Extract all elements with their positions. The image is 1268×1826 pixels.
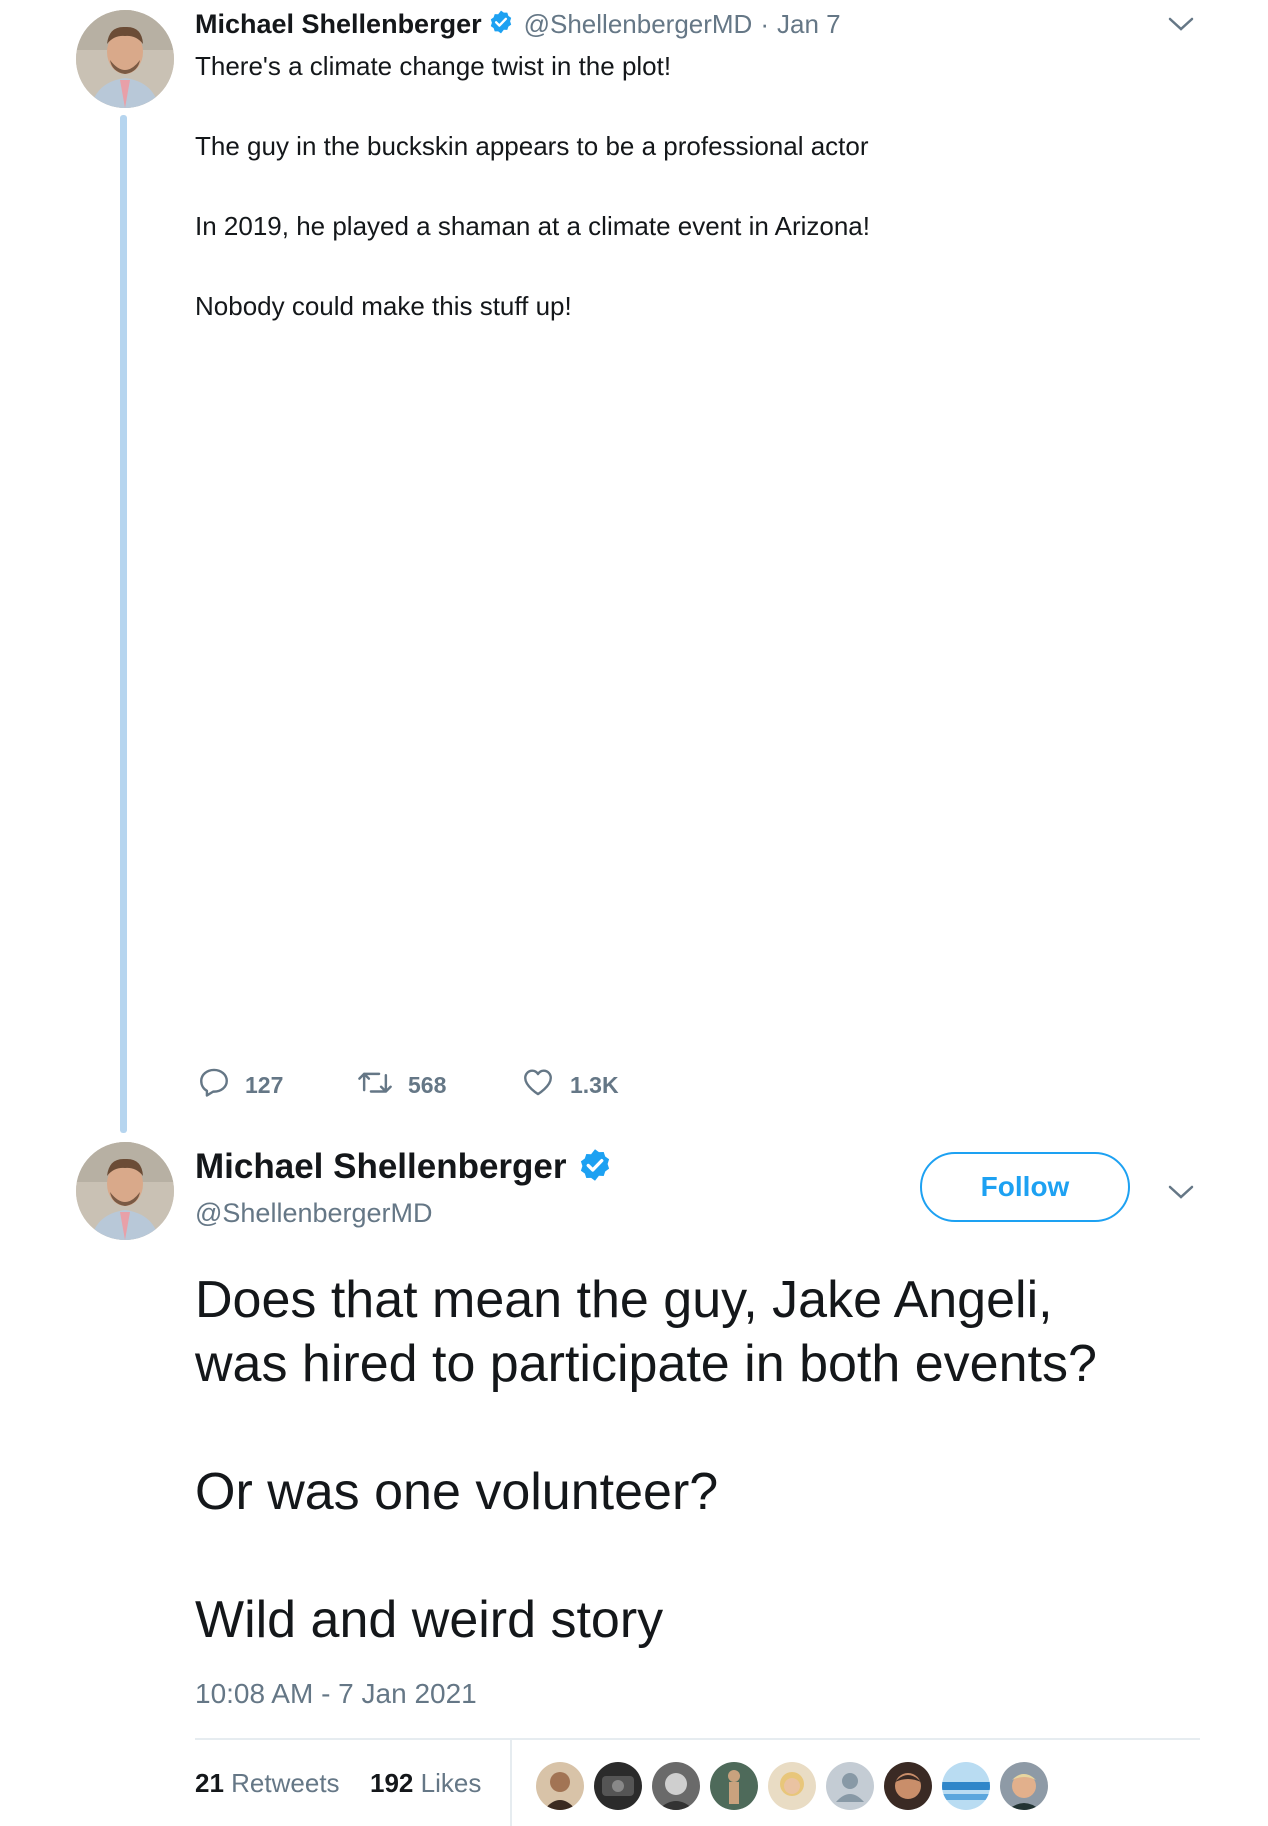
author-name[interactable]: Michael Shellenberger	[195, 1147, 567, 1187]
tweet2-paragraph-3: Wild and weird story	[195, 1591, 664, 1649]
liker-avatar-6[interactable]	[826, 1762, 874, 1810]
retweets-stat[interactable]: 21 Retweets	[195, 1768, 340, 1799]
liker-avatar-4[interactable]	[710, 1762, 758, 1810]
tweet2-paragraph-1: Does that mean the guy, Jake Angeli, was…	[195, 1271, 1097, 1393]
likes-label: Likes	[420, 1768, 482, 1798]
verified-badge-icon	[577, 1147, 613, 1188]
heart-icon	[520, 1065, 556, 1105]
author-name[interactable]: Michael Shellenberger	[195, 9, 482, 40]
liker-avatar-8[interactable]	[942, 1762, 990, 1810]
likes-stat[interactable]: 192 Likes	[370, 1768, 481, 1799]
liker-avatar-7[interactable]	[884, 1762, 932, 1810]
author-avatar[interactable]	[76, 1142, 174, 1240]
tweet1-line-4: Nobody could make this stuff up!	[195, 291, 572, 321]
retweet-icon	[356, 1065, 394, 1105]
tweet1-line-3: In 2019, he played a shaman at a climate…	[195, 211, 870, 241]
like-count: 1.3K	[570, 1071, 619, 1098]
liker-avatar-9[interactable]	[1000, 1762, 1048, 1810]
retweets-count: 21	[195, 1768, 224, 1798]
liker-avatar-5[interactable]	[768, 1762, 816, 1810]
likes-count: 192	[370, 1768, 414, 1798]
retweet-count: 568	[408, 1071, 447, 1098]
liker-avatar-1[interactable]	[536, 1762, 584, 1810]
author-handle[interactable]: @ShellenbergerMD	[524, 9, 753, 40]
liker-avatar-3[interactable]	[652, 1762, 700, 1810]
reply-icon	[197, 1065, 231, 1105]
author-avatar[interactable]	[76, 10, 174, 108]
thread-connector-line	[120, 115, 127, 1133]
tweet2-paragraph-2: Or was one volunteer?	[195, 1463, 719, 1521]
retweets-label: Retweets	[231, 1768, 340, 1798]
tweet-date[interactable]: Jan 7	[777, 9, 841, 40]
tweet1-header: Michael Shellenberger @ShellenbergerMD ·…	[195, 6, 841, 42]
date-separator: ·	[760, 8, 769, 39]
chevron-down-icon[interactable]	[1167, 1182, 1195, 1207]
retweet-button[interactable]: 568	[356, 1065, 446, 1105]
divider	[195, 1738, 1200, 1740]
tweet1-line-1: There's a climate change twist in the pl…	[195, 51, 672, 81]
follow-button[interactable]: Follow	[920, 1152, 1130, 1222]
tweet1-line-2: The guy in the buckskin appears to be a …	[195, 131, 869, 161]
liker-avatar-2[interactable]	[594, 1762, 642, 1810]
reply-button[interactable]: 127	[197, 1065, 283, 1105]
tweet2-author-row: Michael Shellenberger	[195, 1145, 613, 1189]
stats-divider	[510, 1740, 512, 1826]
tweet-timestamp[interactable]: 10:08 AM - 7 Jan 2021	[195, 1678, 477, 1710]
chevron-down-icon[interactable]	[1167, 14, 1195, 39]
reply-count: 127	[245, 1071, 284, 1098]
verified-badge-icon	[488, 9, 514, 40]
like-button[interactable]: 1.3K	[520, 1065, 619, 1105]
author-handle[interactable]: @ShellenbergerMD	[195, 1198, 433, 1229]
